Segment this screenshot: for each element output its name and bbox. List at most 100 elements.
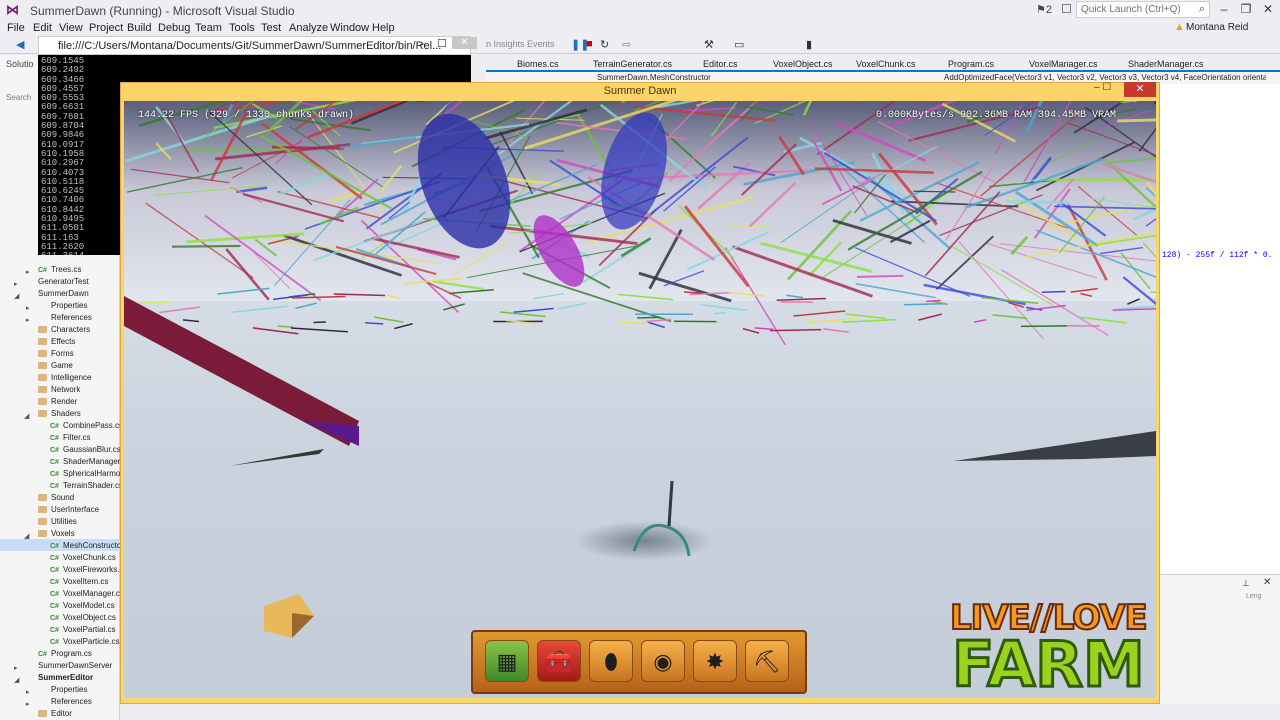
tree-item-summer-dawn[interactable]: SummerDawn xyxy=(38,289,89,298)
tab-program[interactable]: Program.cs xyxy=(948,59,994,69)
tree-item-voxel-chunk[interactable]: VoxelChunk.cs xyxy=(63,553,116,562)
menu-test[interactable]: Test xyxy=(261,22,281,34)
console-minimize-button[interactable]: – xyxy=(420,38,426,50)
tab-voxel-manager[interactable]: VoxelManager.cs xyxy=(1029,59,1098,69)
code-editor[interactable] xyxy=(1160,84,1280,574)
menu-help[interactable]: Help xyxy=(372,22,395,34)
restart-icon[interactable]: ↻ xyxy=(600,38,609,51)
menu-window[interactable]: Window xyxy=(330,22,369,34)
folder-icon xyxy=(38,710,47,717)
menu-project[interactable]: Project xyxy=(89,22,123,34)
tree-item-mesh-constructor[interactable]: MeshConstructo xyxy=(63,541,121,550)
tree-item-gaussian-blur[interactable]: GaussianBlur.cs xyxy=(63,445,121,454)
ground-streak xyxy=(277,325,294,328)
solution-explorer-title: Solutio xyxy=(6,59,34,69)
console-close-button[interactable]: ✕ xyxy=(452,37,477,49)
tree-item-combine-pass[interactable]: CombinePass.cs xyxy=(63,421,123,430)
tree-item-summer-dawn-server[interactable]: SummerDawnServer xyxy=(38,661,112,670)
menu-debug[interactable]: Debug xyxy=(158,22,190,34)
feedback-icon[interactable]: ☐ xyxy=(1061,2,1072,16)
seed-icon[interactable]: ⬮ xyxy=(589,640,633,682)
menu-team[interactable]: Team xyxy=(195,22,222,34)
panel-close-icon[interactable]: ✕ xyxy=(1263,577,1271,588)
tab-editor[interactable]: Editor.cs xyxy=(703,59,738,69)
cookie-icon[interactable]: ◉ xyxy=(641,640,685,682)
tree-item-network[interactable]: Network xyxy=(51,385,80,394)
close-button[interactable]: ✕ xyxy=(1258,2,1278,16)
folder-icon[interactable]: ▭ xyxy=(734,38,744,51)
pickaxe-icon[interactable]: ⛏ xyxy=(745,640,789,682)
menu-build[interactable]: Build xyxy=(127,22,151,34)
search-icon[interactable]: ⌕ xyxy=(1199,3,1205,16)
menu-file[interactable]: File xyxy=(7,22,25,34)
back-icon[interactable]: ◀ xyxy=(16,38,24,51)
console-maximize-button[interactable]: ☐ xyxy=(437,37,447,50)
tree-item-filter[interactable]: Filter.cs xyxy=(63,433,91,442)
tab-terrain-generator[interactable]: TerrainGenerator.cs xyxy=(593,59,672,69)
menu-tools[interactable]: Tools xyxy=(229,22,255,34)
tree-item-characters[interactable]: Characters xyxy=(51,325,90,334)
user-name[interactable]: Montana Reid xyxy=(1186,22,1248,33)
toolbox-icon[interactable]: 🧰 xyxy=(537,640,581,682)
tree-item-voxel-particle[interactable]: VoxelParticle.cs xyxy=(63,637,119,646)
tree-item-utilities[interactable]: Utilities xyxy=(51,517,77,526)
pin-icon[interactable]: ⊥ xyxy=(1242,578,1250,589)
nav-class-dropdown[interactable]: SummerDawn.MeshConstructor xyxy=(597,73,927,82)
tree-item-program[interactable]: Program.cs xyxy=(51,649,92,658)
tab-voxel-object[interactable]: VoxelObject.cs xyxy=(773,59,833,69)
bookmark-icon[interactable]: ▮ xyxy=(806,38,812,51)
sun-icon[interactable]: ✸ xyxy=(693,640,737,682)
game-window-controls[interactable]: – ☐ xyxy=(1094,82,1111,93)
tree-item-user-interface[interactable]: UserInterface xyxy=(51,505,99,514)
restore-button[interactable]: ❐ xyxy=(1236,2,1256,16)
grass-streak xyxy=(1007,199,1070,205)
show-next-statement-icon[interactable]: ⇨ xyxy=(622,38,631,51)
tree-item-voxels[interactable]: Voxels xyxy=(51,529,75,538)
tree-item-sound[interactable]: Sound xyxy=(51,493,74,502)
tree-item-editor[interactable]: Editor xyxy=(51,709,72,718)
grass-block-icon[interactable]: ▦ xyxy=(485,640,529,682)
tree-item-summer-editor[interactable]: SummerEditor xyxy=(38,673,93,682)
tools-icon[interactable]: ⚒ xyxy=(704,38,714,51)
notifications-flag-icon[interactable]: ⚑2 xyxy=(1036,3,1052,16)
tree-item-generator-test[interactable]: GeneratorTest xyxy=(38,277,89,286)
stop-icon[interactable]: ■ xyxy=(586,38,593,50)
player-shadow xyxy=(574,521,714,561)
tree-item-shaders[interactable]: Shaders xyxy=(51,409,81,418)
tree-item-render[interactable]: Render xyxy=(51,397,77,406)
tab-biomes[interactable]: Biomes.cs xyxy=(517,59,559,69)
tree-item-voxel-model[interactable]: VoxelModel.cs xyxy=(63,601,115,610)
tab-shader-manager[interactable]: ShaderManager.cs xyxy=(1128,59,1204,69)
solution-search-input[interactable]: Search xyxy=(6,93,31,102)
tree-item-trees[interactable]: Trees.cs xyxy=(51,265,81,274)
tree-item-effects[interactable]: Effects xyxy=(51,337,75,346)
menu-analyze[interactable]: Analyze xyxy=(289,22,328,34)
application-insights[interactable]: n Insights Events xyxy=(486,39,555,49)
csharp-file-icon: C# xyxy=(50,591,59,598)
tree-item-voxel-fireworks[interactable]: VoxelFireworks.c xyxy=(63,565,123,574)
tree-item-shader-manager[interactable]: ShaderManager xyxy=(63,457,120,466)
tree-item-voxel-manager[interactable]: VoxelManager.cs xyxy=(63,589,124,598)
menu-view[interactable]: View xyxy=(59,22,83,34)
tree-item-intelligence[interactable]: Intelligence xyxy=(51,373,91,382)
ground-streak xyxy=(918,313,942,321)
menu-edit[interactable]: Edit xyxy=(33,22,52,34)
tree-item-forms[interactable]: Forms xyxy=(51,349,74,358)
nav-member-dropdown[interactable]: AddOptimizedFace(Vector3 v1, Vector3 v2,… xyxy=(944,73,1266,82)
ground-streak xyxy=(1020,325,1067,328)
tree-item-voxel-partial[interactable]: VoxelPartial.cs xyxy=(63,625,115,634)
quick-launch-input[interactable]: Quick Launch (Ctrl+Q) xyxy=(1076,1,1210,18)
tree-item-voxel-object[interactable]: VoxelObject.cs xyxy=(63,613,116,622)
game-close-button[interactable]: ✕ xyxy=(1124,82,1156,97)
tree-item-spherical-harmo[interactable]: SphericalHarmo xyxy=(63,469,120,478)
ground-streak xyxy=(904,302,947,306)
tree-item-voxel-item[interactable]: VoxelItem.cs xyxy=(63,577,108,586)
tree-item-terrain-shader[interactable]: TerrainShader.cs xyxy=(63,481,123,490)
tree-item-references[interactable]: References xyxy=(51,313,92,322)
tree-item-game[interactable]: Game xyxy=(51,361,73,370)
minimize-button[interactable]: – xyxy=(1214,2,1234,16)
tree-item-properties[interactable]: Properties xyxy=(51,301,87,310)
tree-item-references-editor[interactable]: References xyxy=(51,697,92,706)
tab-voxel-chunk[interactable]: VoxelChunk.cs xyxy=(856,59,916,69)
tree-item-properties-editor[interactable]: Properties xyxy=(51,685,87,694)
